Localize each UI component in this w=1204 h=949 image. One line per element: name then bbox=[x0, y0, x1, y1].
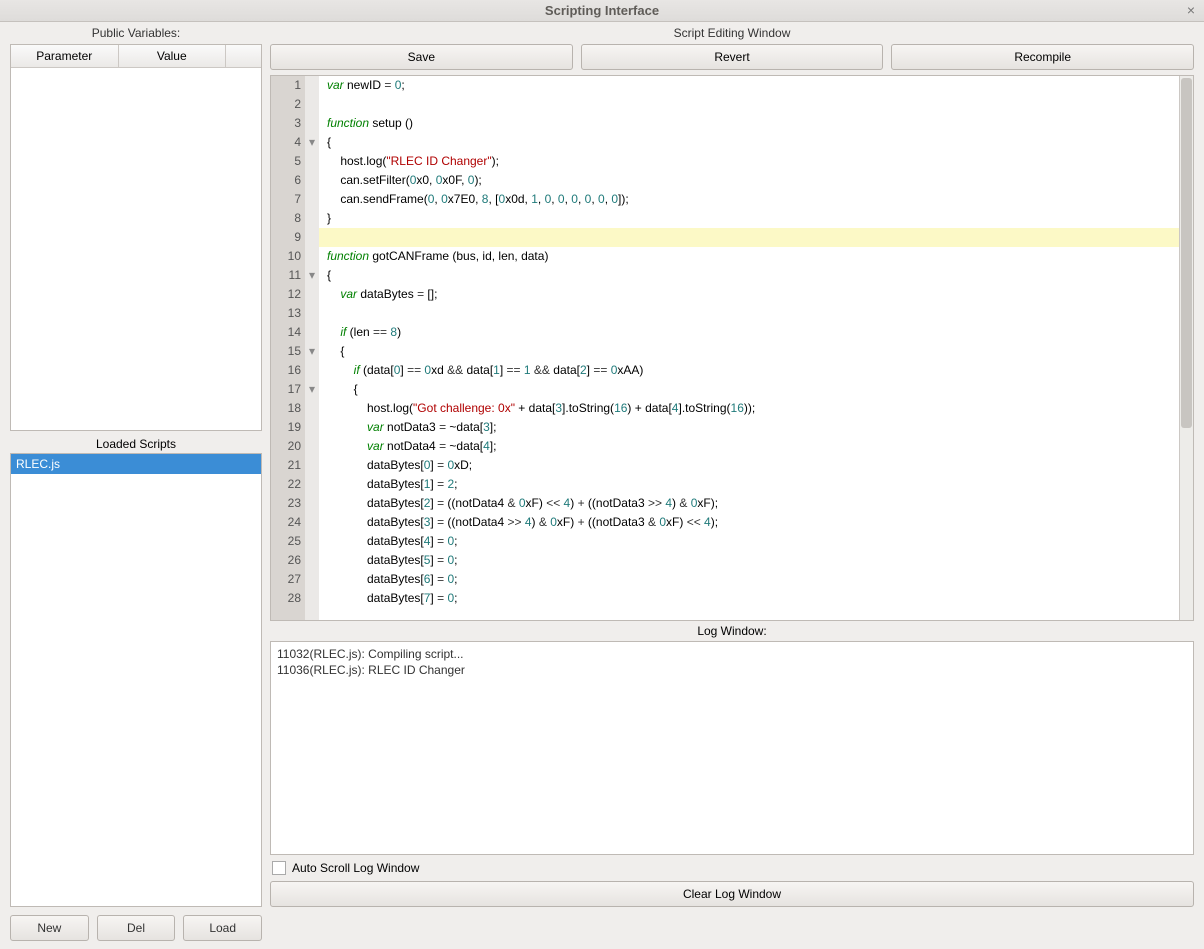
loaded-scripts-label: Loaded Scripts bbox=[10, 431, 262, 453]
loaded-scripts-list[interactable]: RLEC.js bbox=[10, 453, 262, 907]
public-variables-table[interactable]: Parameter Value bbox=[10, 44, 262, 431]
save-button[interactable]: Save bbox=[270, 44, 573, 70]
new-button[interactable]: New bbox=[10, 915, 89, 941]
window-title: Scripting Interface bbox=[0, 3, 1204, 18]
revert-button[interactable]: Revert bbox=[581, 44, 884, 70]
close-icon[interactable]: × bbox=[1184, 3, 1198, 17]
code-editor[interactable]: 1234567891011121314151617181920212223242… bbox=[270, 75, 1194, 621]
load-button[interactable]: Load bbox=[183, 915, 262, 941]
del-button[interactable]: Del bbox=[97, 915, 176, 941]
editor-scrollbar[interactable] bbox=[1179, 76, 1193, 620]
line-number-gutter: 1234567891011121314151617181920212223242… bbox=[271, 76, 305, 620]
auto-scroll-checkbox[interactable] bbox=[272, 861, 286, 875]
script-editing-label: Script Editing Window bbox=[270, 22, 1194, 44]
clear-log-button[interactable]: Clear Log Window bbox=[270, 881, 1194, 907]
list-item[interactable]: RLEC.js bbox=[11, 454, 261, 474]
log-window-label: Log Window: bbox=[270, 621, 1194, 641]
fold-gutter[interactable]: ▾▾▾▾ bbox=[305, 76, 319, 620]
auto-scroll-label: Auto Scroll Log Window bbox=[292, 861, 419, 875]
col-extra bbox=[226, 45, 261, 67]
col-value[interactable]: Value bbox=[119, 45, 227, 67]
col-parameter[interactable]: Parameter bbox=[11, 45, 119, 67]
code-area[interactable]: var newID = 0;function setup (){ host.lo… bbox=[319, 76, 1179, 620]
log-window[interactable]: 11032(RLEC.js): Compiling script...11036… bbox=[270, 641, 1194, 855]
recompile-button[interactable]: Recompile bbox=[891, 44, 1194, 70]
public-variables-label: Public Variables: bbox=[10, 22, 262, 44]
titlebar[interactable]: Scripting Interface × bbox=[0, 0, 1204, 22]
